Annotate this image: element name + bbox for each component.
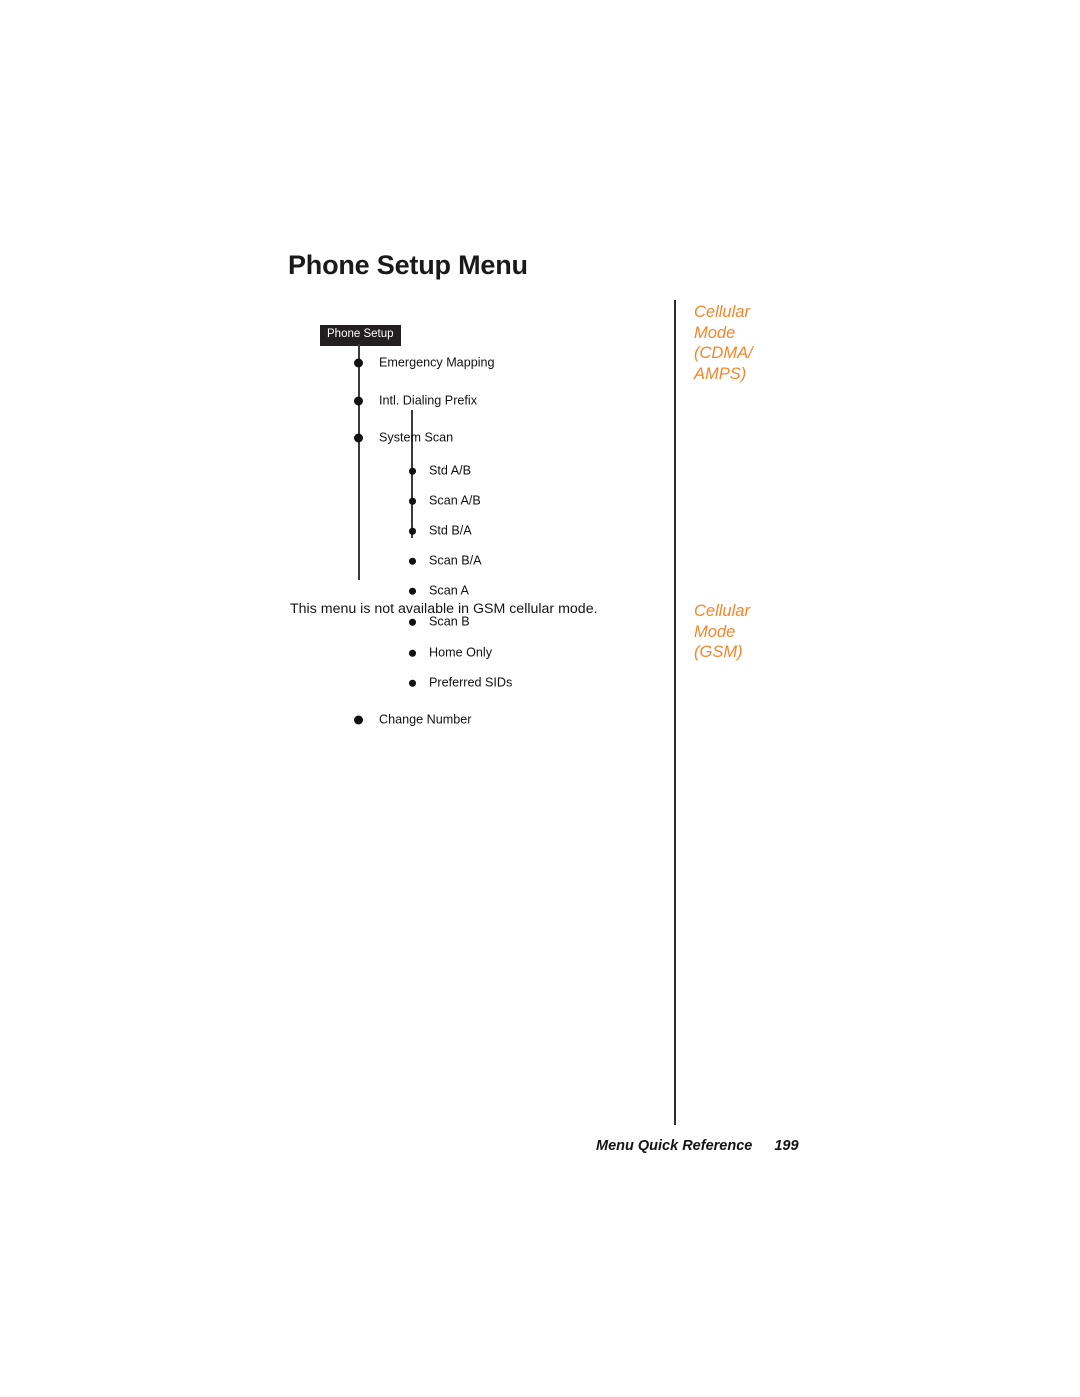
submenu-item-preferred-sids[interactable]: Preferred SIDs: [404, 676, 624, 690]
submenu-item-label: Scan A/B: [429, 493, 481, 508]
submenu-item-scan-ab[interactable]: Scan A/B: [404, 494, 624, 508]
menu-item-emergency-mapping[interactable]: Emergency Mapping: [350, 356, 570, 370]
margin-note-line: Mode: [694, 622, 736, 641]
tree-bullet-icon: [409, 497, 416, 505]
tree-bullet-icon: [409, 557, 416, 565]
tree-bullet-icon: [409, 618, 416, 626]
margin-note-gsm: Cellular Mode (GSM): [694, 601, 824, 663]
tree-bullet-icon: [409, 467, 416, 475]
margin-divider-rule: [674, 300, 676, 1125]
submenu-item-label: Home Only: [429, 645, 492, 660]
margin-note-line: Mode: [694, 323, 736, 342]
tree-bullet-icon: [354, 715, 363, 725]
menu-item-system-scan[interactable]: System Scan: [350, 431, 570, 445]
tree-bullet-icon: [354, 396, 363, 406]
tree-bullet-icon: [409, 587, 416, 595]
menu-tree-diagram: Phone Setup Emergency Mapping Intl. Dial…: [288, 320, 648, 726]
submenu-item-label: Std A/B: [429, 463, 472, 478]
tree-bullet-icon: [409, 679, 416, 687]
margin-note-line: AMPS): [694, 364, 747, 383]
footer-section-title: Menu Quick Reference: [596, 1138, 753, 1154]
menu-item-intl-dialing-prefix[interactable]: Intl. Dialing Prefix: [350, 394, 570, 408]
footer-page-number: 199: [774, 1138, 799, 1154]
margin-note-line: (CDMA/: [694, 344, 753, 362]
page-title: Phone Setup Menu: [288, 250, 528, 280]
menu-item-label: Intl. Dialing Prefix: [379, 393, 477, 408]
margin-note-line: (GSM): [694, 643, 743, 661]
submenu-item-label: Scan B/A: [429, 553, 482, 568]
tree-bullet-icon: [354, 358, 363, 368]
page-footer: Menu Quick Reference 199: [596, 1138, 799, 1154]
tree-bullet-icon: [354, 433, 363, 443]
submenu-item-std-ab[interactable]: Std A/B: [404, 464, 624, 478]
tree-bullet-icon: [409, 649, 416, 657]
body-note: This menu is not available in GSM cellul…: [290, 601, 598, 617]
tree-spine-primary: [358, 344, 360, 580]
margin-note-cdma-amps: Cellular Mode (CDMA/ AMPS): [694, 302, 824, 384]
tree-bullet-icon: [409, 527, 416, 535]
menu-item-label: Emergency Mapping: [379, 355, 495, 370]
menu-tree-root-label: Phone Setup: [320, 325, 401, 346]
submenu-item-label: Std B/A: [429, 523, 472, 538]
submenu-item-scan-a[interactable]: Scan A: [404, 584, 624, 598]
submenu-item-home-only[interactable]: Home Only: [404, 646, 624, 660]
submenu-item-scan-b[interactable]: Scan B: [404, 615, 624, 629]
submenu-item-label: Scan B: [429, 614, 470, 629]
submenu-item-label: Scan A: [429, 583, 469, 598]
menu-item-change-number[interactable]: Change Number: [350, 713, 570, 727]
submenu-item-std-ba[interactable]: Std B/A: [404, 524, 624, 538]
submenu-item-scan-ba[interactable]: Scan B/A: [404, 554, 624, 568]
margin-note-line: Cellular: [694, 303, 750, 321]
menu-item-label: System Scan: [379, 430, 454, 445]
margin-note-line: Cellular: [694, 602, 750, 620]
submenu-item-label: Preferred SIDs: [429, 675, 513, 690]
menu-item-label: Change Number: [379, 712, 472, 727]
